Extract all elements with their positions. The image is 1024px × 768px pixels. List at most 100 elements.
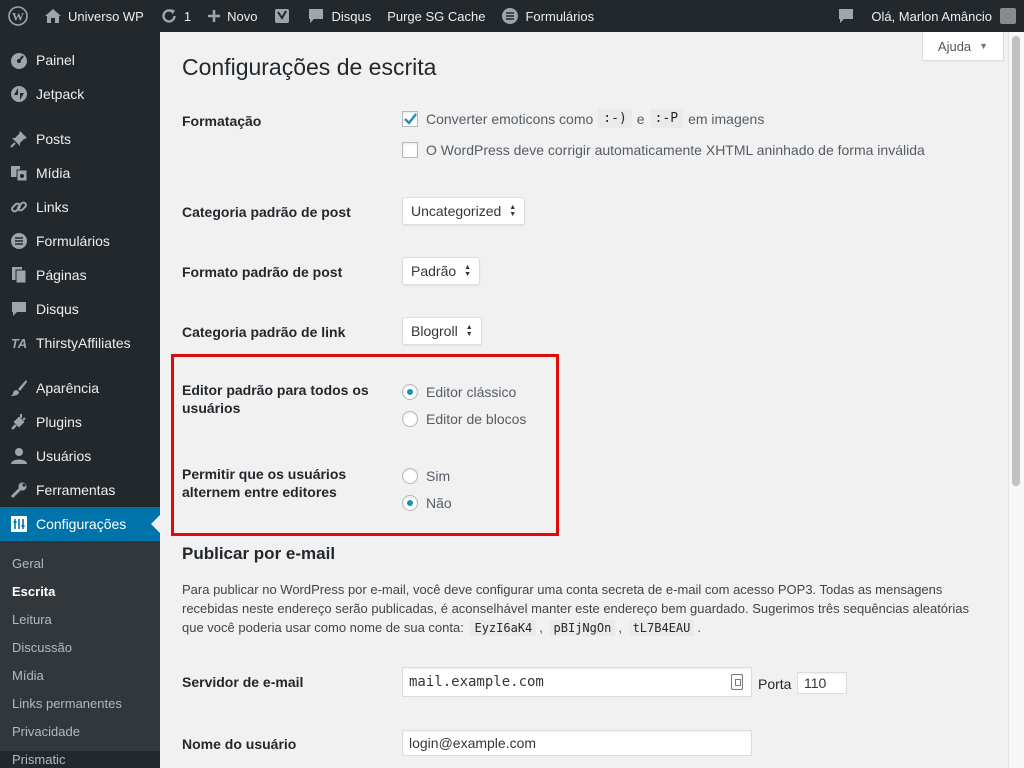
sidebar-item-jetpack[interactable]: Jetpack: [0, 77, 160, 111]
wordpress-logo-icon[interactable]: W: [0, 0, 36, 32]
xhtml-checkbox[interactable]: [402, 142, 418, 158]
submenu-item-writing[interactable]: Escrita: [0, 577, 160, 605]
mail-server-label: Servidor de e-mail: [182, 674, 304, 690]
sidebar-item-media[interactable]: Mídia: [0, 156, 160, 190]
submenu-item-general[interactable]: Geral: [0, 549, 160, 577]
wrench-icon: [9, 480, 29, 500]
sidebar-item-label: Configurações: [36, 516, 127, 532]
select-arrows-icon: ▲ ▼: [464, 264, 472, 278]
switch-yes-radio[interactable]: [402, 468, 418, 484]
notification-bubble-icon: [837, 8, 855, 24]
sidebar-item-pages[interactable]: Páginas: [0, 258, 160, 292]
notifications-link[interactable]: [829, 0, 863, 32]
emoticons-checkbox[interactable]: [402, 110, 418, 127]
xhtml-option[interactable]: O WordPress deve corrigir automaticament…: [402, 142, 925, 158]
sidebar-item-thirstyaffiliates[interactable]: TA ThirstyAffiliates: [0, 326, 160, 360]
editor-classic-radio[interactable]: [402, 384, 418, 400]
mail-server-value: mail.example.com: [409, 674, 544, 690]
switch-option-no[interactable]: Não: [402, 495, 452, 511]
submenu-item-reading[interactable]: Leitura: [0, 605, 160, 633]
new-content-link[interactable]: Novo: [199, 0, 265, 32]
xhtml-text: O WordPress deve corrigir automaticament…: [426, 142, 925, 158]
random-string-3: tL7B4EAU: [628, 620, 695, 636]
post-via-email-description: Para publicar no WordPress por e-mail, v…: [182, 580, 992, 638]
submenu-item-prismatic[interactable]: Prismatic: [0, 745, 160, 768]
purge-cache-link[interactable]: Purge SG Cache: [379, 0, 493, 32]
random-string-2: pBIjNgOn: [549, 620, 616, 636]
mail-server-input[interactable]: mail.example.com: [402, 667, 752, 697]
link-category-select[interactable]: Blogroll ▲ ▼: [402, 317, 482, 345]
comment-bubble-icon: [307, 8, 325, 24]
select-arrows-icon: ▲ ▼: [465, 324, 473, 338]
submenu-item-media[interactable]: Mídia: [0, 661, 160, 689]
greeting: Olá, Marlon Amâncio: [871, 8, 992, 24]
yoast-seo-link[interactable]: [265, 0, 299, 32]
sidebar-item-forms[interactable]: Formulários: [0, 224, 160, 258]
admin-sidebar: Painel Jetpack Posts Mídia Links Formulá…: [0, 32, 160, 768]
help-tab-button[interactable]: Ajuda ▼: [922, 32, 1004, 61]
select-arrows-icon: ▲ ▼: [509, 204, 517, 218]
page-title: Configurações de escrita: [182, 54, 437, 80]
updates-link[interactable]: 1: [152, 0, 199, 32]
switch-option-yes[interactable]: Sim: [402, 468, 450, 484]
port-input[interactable]: 110: [797, 672, 847, 694]
emoticons-text-post: em imagens: [688, 110, 765, 127]
forms-icon: [9, 231, 29, 251]
sidebar-item-label: Posts: [36, 131, 72, 147]
editor-option-blocks[interactable]: Editor de blocos: [402, 411, 526, 427]
sidebar-item-users[interactable]: Usuários: [0, 439, 160, 473]
svg-text:W: W: [12, 10, 24, 24]
emoticons-option[interactable]: Converter emoticons como :-) e :-P em im…: [402, 109, 764, 128]
link-category-value: Blogroll: [411, 323, 458, 339]
sidebar-item-settings[interactable]: Configurações: [0, 507, 160, 541]
sidebar-item-dashboard[interactable]: Painel: [0, 43, 160, 77]
yoast-icon: [273, 7, 291, 25]
port-value: 110: [804, 675, 827, 691]
emoticons-text-and: e: [636, 110, 645, 127]
sidebar-item-tools[interactable]: Ferramentas: [0, 473, 160, 507]
post-via-email-heading: Publicar por e-mail: [182, 544, 336, 563]
page-scrollbar[interactable]: [1008, 32, 1024, 768]
forms-link[interactable]: Formulários: [493, 0, 602, 32]
jetpack-icon: [9, 84, 29, 104]
sidebar-item-posts[interactable]: Posts: [0, 122, 160, 156]
switch-no-radio[interactable]: [402, 495, 418, 511]
default-category-label: Categoria padrão de post: [182, 204, 351, 220]
disqus-link[interactable]: Disqus: [299, 0, 379, 32]
caret-down-icon: ▼: [979, 41, 989, 51]
media-icon: [9, 163, 29, 183]
login-name-input[interactable]: login@example.com: [402, 730, 752, 756]
refresh-icon: [160, 7, 178, 25]
editor-blocks-radio[interactable]: [402, 411, 418, 427]
my-account-link[interactable]: Olá, Marlon Amâncio: [863, 0, 1024, 32]
submenu-item-discussion[interactable]: Discussão: [0, 633, 160, 661]
plugin-icon: [9, 412, 29, 432]
editor-option-classic[interactable]: Editor clássico: [402, 384, 516, 400]
checkmark-icon: [404, 112, 417, 125]
home-icon: [44, 8, 62, 24]
sidebar-item-disqus[interactable]: Disqus: [0, 292, 160, 326]
site-name-link[interactable]: Universo WP: [36, 0, 152, 32]
switch-yes-text: Sim: [426, 468, 451, 484]
sidebar-item-label: Painel: [36, 52, 75, 68]
settings-icon: [9, 514, 29, 534]
sidebar-item-links[interactable]: Links: [0, 190, 160, 224]
ta-icon: TA: [10, 335, 28, 351]
switch-no-text: Não: [426, 495, 452, 511]
sidebar-item-label: Aparência: [36, 380, 100, 396]
login-name-value: login@example.com: [409, 735, 537, 751]
sidebar-item-label: Plugins: [36, 414, 82, 430]
submenu-item-privacy[interactable]: Privacidade: [0, 717, 160, 745]
sidebar-item-label: Ferramentas: [36, 482, 116, 498]
separator: ,: [618, 620, 622, 635]
sidebar-item-appearance[interactable]: Aparência: [0, 371, 160, 405]
sidebar-item-plugins[interactable]: Plugins: [0, 405, 160, 439]
default-category-select[interactable]: Uncategorized ▲ ▼: [402, 197, 526, 225]
sidebar-item-label: Formulários: [36, 233, 110, 249]
default-format-select[interactable]: Padrão ▲ ▼: [402, 257, 481, 285]
autofill-key-icon: [731, 674, 743, 690]
purge-label: Purge SG Cache: [387, 8, 486, 24]
submenu-item-permalinks[interactable]: Links permanentes: [0, 689, 160, 717]
scrollbar-thumb[interactable]: [1012, 36, 1020, 486]
comment-icon: [9, 299, 29, 319]
